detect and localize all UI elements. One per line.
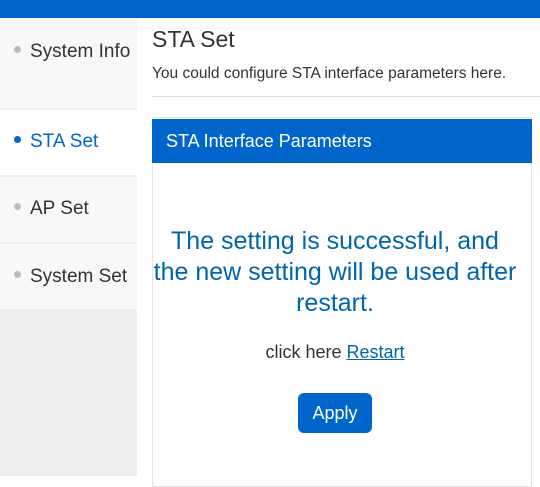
- top-bar: [0, 0, 540, 18]
- sidebar-item-label: System Set: [30, 266, 128, 287]
- panel-header: STA Interface Parameters: [152, 119, 532, 163]
- sidebar-item-label: STA Set: [30, 131, 99, 152]
- sidebar-item-label: System Info: [30, 41, 131, 62]
- bullet-icon: [14, 203, 21, 211]
- sidebar-item-ap-set[interactable]: AP Set: [0, 177, 137, 242]
- bullet-icon: [14, 271, 21, 279]
- restart-link[interactable]: Restart: [347, 342, 405, 362]
- divider: [152, 96, 540, 97]
- restart-prefix: click here: [265, 342, 342, 362]
- restart-line: click here Restart: [152, 342, 518, 363]
- apply-button[interactable]: Apply: [298, 393, 372, 433]
- sidebar-item-system-set[interactable]: System Set: [0, 244, 137, 309]
- sidebar-item-sta-set[interactable]: STA Set: [0, 110, 137, 175]
- page-title: STA Set: [152, 26, 235, 52]
- page-description: You could configure STA interface parame…: [152, 65, 507, 82]
- sidebar-item-system-info[interactable]: System Info: [0, 18, 137, 108]
- bullet-icon: [14, 136, 21, 144]
- bullet-icon: [14, 46, 21, 54]
- success-message: The setting is successful, and the new s…: [153, 227, 517, 317]
- sidebar-item-label: AP Set: [30, 198, 89, 219]
